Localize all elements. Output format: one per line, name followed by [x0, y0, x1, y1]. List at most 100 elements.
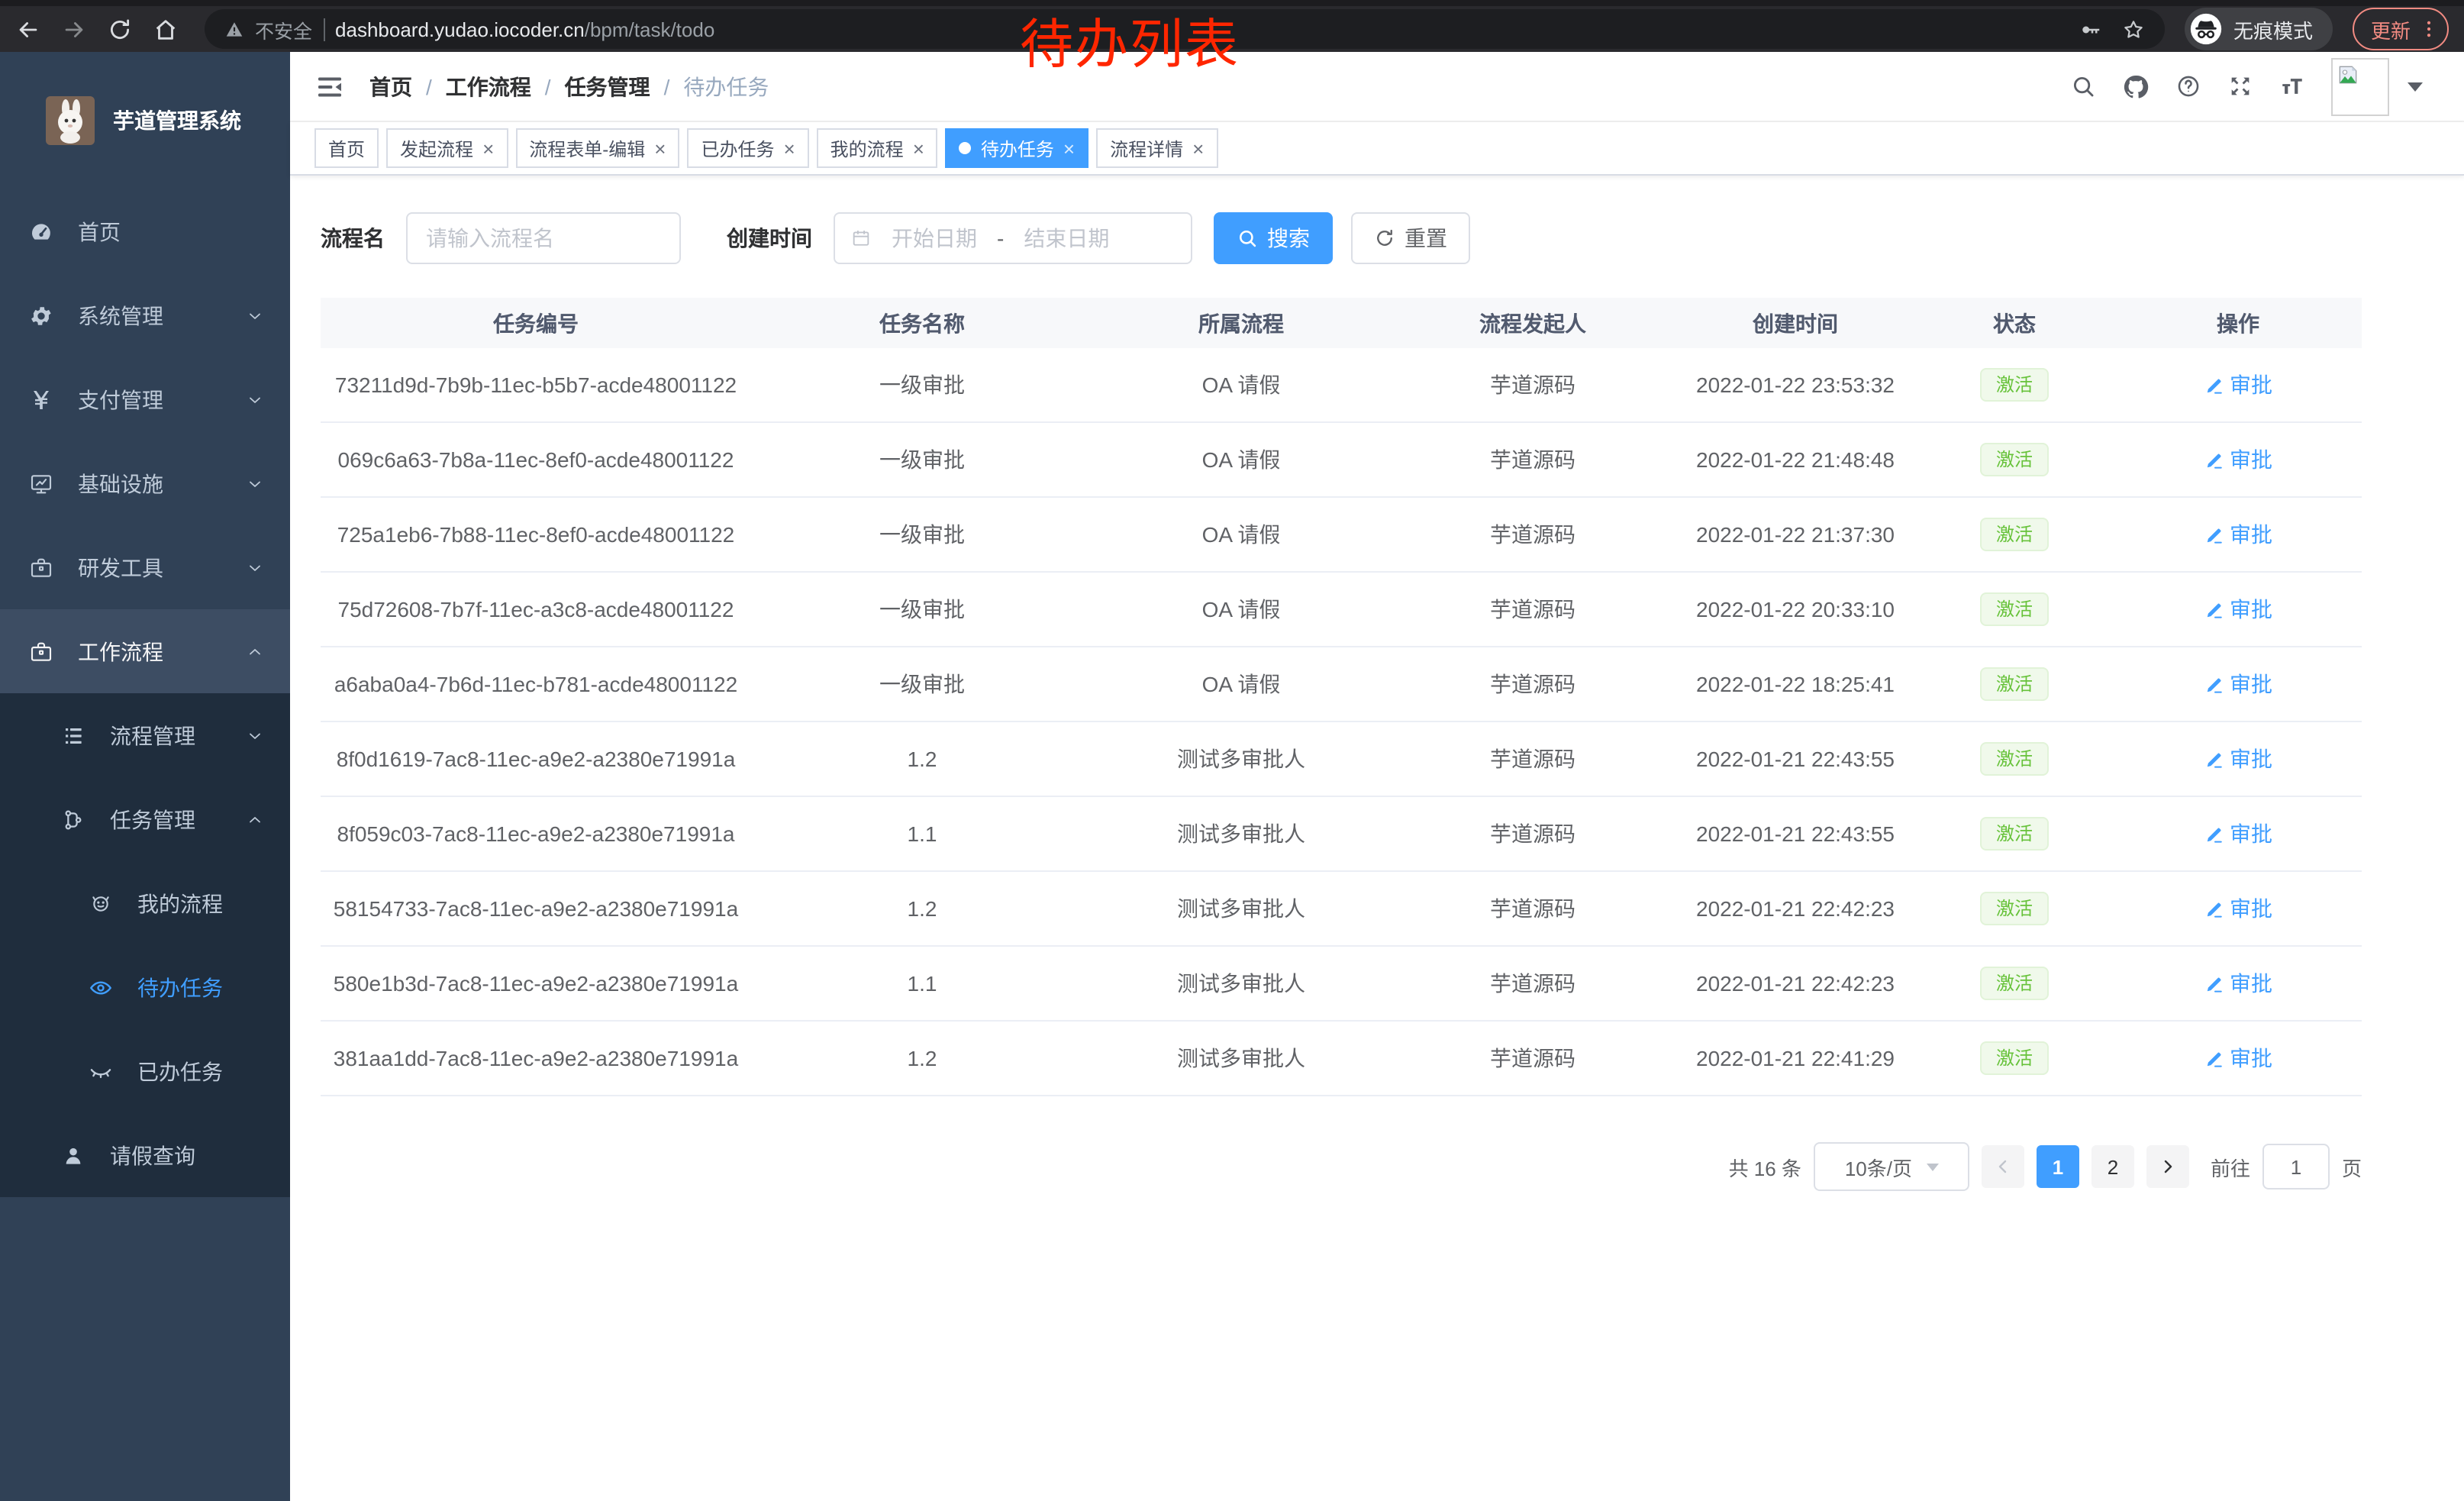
- star-icon[interactable]: [2122, 18, 2145, 40]
- status-cell: 激活: [1914, 742, 2114, 776]
- sidebar-item-7[interactable]: 任务管理: [0, 777, 290, 861]
- breadcrumb-item[interactable]: 工作流程: [446, 71, 531, 102]
- sidebar-item-label: 首页: [78, 216, 121, 247]
- sidebar-item-5[interactable]: 工作流程: [0, 609, 290, 693]
- tab-label: 发起流程: [400, 135, 473, 161]
- gear-icon: [29, 303, 53, 328]
- created-time-cell: 2022-01-22 23:53:32: [1676, 373, 1914, 397]
- goto-unit: 页: [2342, 1152, 2362, 1181]
- back-icon[interactable]: [15, 16, 41, 42]
- help-icon[interactable]: [2175, 73, 2201, 99]
- approve-link[interactable]: 审批: [2204, 519, 2272, 550]
- approve-link[interactable]: 审批: [2204, 594, 2272, 625]
- sidebar-item-9[interactable]: 待办任务: [0, 945, 290, 1029]
- search-button[interactable]: 搜索: [1214, 212, 1333, 264]
- sidebar-item-8[interactable]: 我的流程: [0, 861, 290, 945]
- breadcrumb-item[interactable]: 任务管理: [565, 71, 650, 102]
- page-number-2[interactable]: 2: [2091, 1145, 2134, 1188]
- forward-icon[interactable]: [61, 16, 87, 42]
- sidebar-item-label: 请假查询: [110, 1140, 195, 1170]
- process-name-label: 流程名: [321, 223, 385, 253]
- sidebar-item-10[interactable]: 已办任务: [0, 1029, 290, 1113]
- url-bar-actions: [2079, 18, 2145, 40]
- font-size-icon[interactable]: [2279, 73, 2305, 99]
- status-badge: 激活: [1981, 817, 2048, 851]
- close-icon[interactable]: ×: [783, 138, 795, 158]
- action-cell: 审批: [2114, 818, 2362, 849]
- edit-icon: [2204, 375, 2224, 395]
- starter-cell: 芋道源码: [1389, 968, 1676, 999]
- sidebar-item-3[interactable]: 基础设施: [0, 441, 290, 525]
- key-icon[interactable]: [2079, 18, 2102, 40]
- sidebar-item-1[interactable]: 系统管理: [0, 273, 290, 357]
- close-icon[interactable]: ×: [1063, 138, 1075, 158]
- reload-icon[interactable]: [107, 16, 133, 42]
- briefcase-icon: [29, 639, 53, 663]
- update-label[interactable]: 更新: [2371, 15, 2411, 44]
- github-icon[interactable]: [2122, 73, 2150, 100]
- tab-6[interactable]: 流程详情 ×: [1096, 128, 1217, 168]
- breadcrumb-item: 待办任务: [683, 71, 769, 102]
- chevron-right-icon: [2159, 1157, 2177, 1176]
- tab-label: 流程详情: [1110, 135, 1183, 161]
- prev-page-button[interactable]: [1982, 1145, 2024, 1188]
- tab-2[interactable]: 流程表单-编辑×: [515, 128, 679, 168]
- approve-link[interactable]: 审批: [2204, 744, 2272, 774]
- status-cell: 激活: [1914, 892, 2114, 925]
- security-label[interactable]: 不安全: [255, 15, 312, 44]
- chevron-up-icon: [246, 642, 264, 660]
- annotation-text: 待办列表: [1020, 2, 1240, 79]
- status-badge: 激活: [1981, 967, 2048, 1000]
- task-name-cell: 一级审批: [751, 444, 1093, 475]
- start-date-input[interactable]: [878, 226, 991, 250]
- sidebar-item-0[interactable]: 首页: [0, 189, 290, 273]
- sidebar-logo-row[interactable]: 芋道管理系统: [0, 52, 290, 189]
- approve-link[interactable]: 审批: [2204, 818, 2272, 849]
- sidebar-item-4[interactable]: 研发工具: [0, 525, 290, 609]
- close-icon[interactable]: ×: [482, 138, 494, 158]
- edit-icon: [2204, 1048, 2224, 1068]
- edit-icon: [2204, 674, 2224, 694]
- sidebar-item-2[interactable]: 支付管理: [0, 357, 290, 441]
- sidebar-item-6[interactable]: 流程管理: [0, 693, 290, 777]
- tab-3[interactable]: 已办任务×: [687, 128, 808, 168]
- table-row: a6aba0a4-7b6d-11ec-b781-acde48001122一级审批…: [321, 647, 2362, 722]
- tab-4[interactable]: 我的流程×: [817, 128, 938, 168]
- search-button-label: 搜索: [1267, 223, 1310, 253]
- process-name-input[interactable]: [406, 212, 681, 264]
- browser-menu-icon[interactable]: [2418, 18, 2440, 40]
- tab-5[interactable]: 待办任务×: [946, 128, 1088, 168]
- close-icon[interactable]: ×: [654, 138, 666, 158]
- breadcrumb-item[interactable]: 首页: [369, 71, 412, 102]
- sidebar-collapse-icon[interactable]: [314, 71, 345, 102]
- search-icon[interactable]: [2070, 73, 2096, 99]
- date-range-picker[interactable]: -: [834, 212, 1192, 264]
- approve-link[interactable]: 审批: [2204, 893, 2272, 924]
- end-date-input[interactable]: [1010, 226, 1123, 250]
- close-icon[interactable]: ×: [1192, 138, 1204, 158]
- created-time-cell: 2022-01-21 22:42:23: [1676, 971, 1914, 996]
- tab-0[interactable]: 首页: [314, 128, 379, 168]
- created-time-cell: 2022-01-21 22:41:29: [1676, 1046, 1914, 1070]
- approve-label: 审批: [2230, 968, 2272, 999]
- chevron-down-icon: [246, 390, 264, 408]
- approve-link[interactable]: 审批: [2204, 669, 2272, 699]
- next-page-button[interactable]: [2146, 1145, 2189, 1188]
- update-button[interactable]: 更新: [2353, 8, 2449, 50]
- close-icon[interactable]: ×: [913, 138, 924, 158]
- avatar-dropdown-icon[interactable]: [2408, 82, 2423, 91]
- content: 流程名 创建时间 - 搜索 重置: [290, 176, 2362, 1191]
- sidebar-item-11[interactable]: 请假查询: [0, 1113, 290, 1197]
- fullscreen-icon[interactable]: [2227, 73, 2253, 99]
- approve-link[interactable]: 审批: [2204, 1043, 2272, 1073]
- tab-1[interactable]: 发起流程 ×: [386, 128, 508, 168]
- home-icon[interactable]: [153, 16, 179, 42]
- approve-link[interactable]: 审批: [2204, 370, 2272, 400]
- reset-button[interactable]: 重置: [1351, 212, 1470, 264]
- page-number-1[interactable]: 1: [2037, 1145, 2079, 1188]
- approve-link[interactable]: 审批: [2204, 968, 2272, 999]
- goto-page-input[interactable]: [2262, 1144, 2330, 1190]
- avatar[interactable]: [2331, 57, 2389, 115]
- page-size-select[interactable]: 10条/页: [1814, 1142, 1969, 1191]
- approve-link[interactable]: 审批: [2204, 444, 2272, 475]
